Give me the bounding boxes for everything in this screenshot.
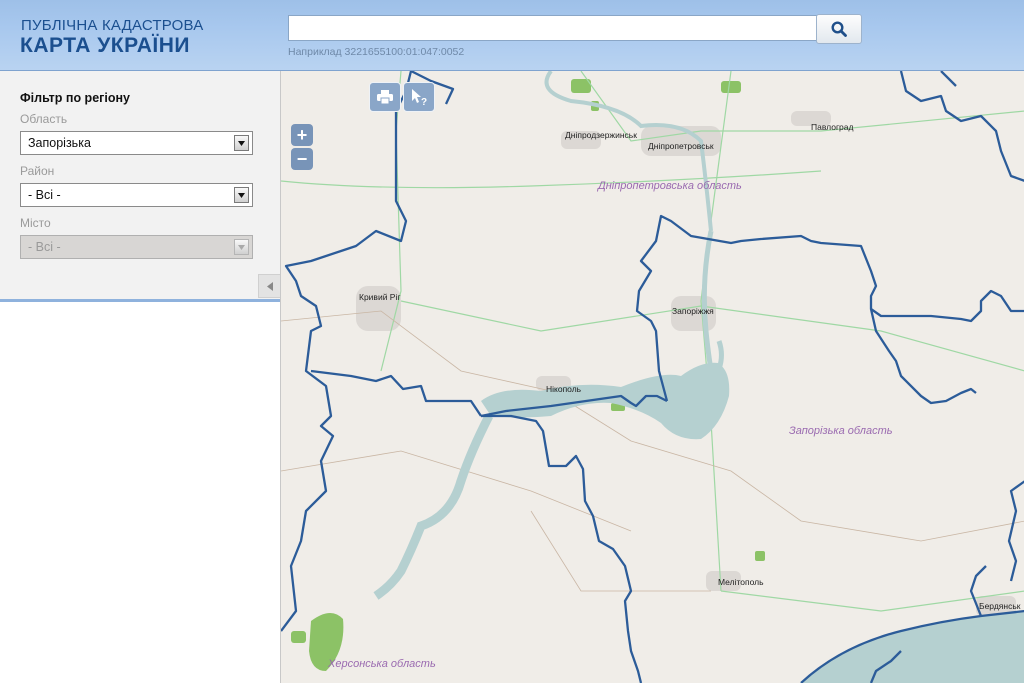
oblast-label-map: Херсонська область bbox=[328, 658, 436, 670]
city-label: Запоріжжя bbox=[672, 306, 714, 316]
misto-select-value: - Всі - bbox=[28, 240, 61, 254]
city-label: Павлоград bbox=[811, 122, 854, 132]
chevron-down-icon bbox=[234, 239, 249, 255]
city-label: Дніпропетровськ bbox=[648, 141, 714, 151]
map-viewport[interactable]: Дніпродзержинськ Дніпропетровськ Павлогр… bbox=[280, 71, 1024, 683]
collapse-panel-button[interactable] bbox=[258, 274, 280, 298]
misto-label: Місто bbox=[20, 216, 51, 230]
zoom-in-button[interactable]: + bbox=[291, 124, 313, 146]
chevron-down-icon[interactable] bbox=[234, 187, 249, 203]
raion-label: Район bbox=[20, 164, 55, 178]
filter-title: Фільтр по регіону bbox=[20, 91, 130, 105]
zoom-out-button[interactable]: − bbox=[291, 148, 313, 170]
city-label: Бердянськ bbox=[979, 601, 1021, 611]
oblast-select[interactable]: Запорізька bbox=[20, 131, 253, 155]
identify-button[interactable]: ? bbox=[403, 82, 435, 112]
oblast-label-map: Дніпропетровська область bbox=[598, 180, 742, 192]
oblast-label: Область bbox=[20, 112, 68, 126]
identify-cursor-icon: ? bbox=[412, 89, 427, 107]
logo-line2[interactable]: КАРТА УКРАЇНИ bbox=[20, 34, 190, 58]
search-hint: Наприклад 3221655100:01:047:0052 bbox=[288, 46, 465, 58]
chevron-down-icon[interactable] bbox=[234, 135, 249, 151]
oblast-label-map: Запорізька область bbox=[789, 425, 893, 437]
chevron-left-icon bbox=[266, 281, 273, 291]
sidebar-blank-area bbox=[0, 302, 280, 683]
misto-select[interactable]: - Всі - bbox=[20, 235, 253, 259]
city-label: Мелітополь bbox=[718, 577, 764, 587]
city-label: Кривий Ріг bbox=[359, 292, 401, 302]
raion-select-value: - Всі - bbox=[28, 188, 61, 202]
city-label: Нікополь bbox=[546, 384, 582, 394]
map-tiles bbox=[281, 71, 1024, 683]
print-icon bbox=[377, 90, 393, 105]
oblast-select-value: Запорізька bbox=[28, 136, 91, 150]
search-button[interactable] bbox=[816, 14, 862, 44]
region-filter-panel: Фільтр по регіону Область Запорізька Рай… bbox=[0, 71, 280, 302]
svg-text:?: ? bbox=[421, 97, 427, 107]
print-button[interactable] bbox=[369, 82, 401, 112]
header-bar: ПУБЛІЧНА КАДАСТРОВА КАРТА УКРАЇНИ Наприк… bbox=[0, 0, 1024, 71]
cadastral-search-input[interactable] bbox=[288, 15, 818, 41]
raion-select[interactable]: - Всі - bbox=[20, 183, 253, 207]
logo-line1[interactable]: ПУБЛІЧНА КАДАСТРОВА bbox=[21, 17, 203, 34]
city-label: Дніпродзержинськ bbox=[565, 130, 637, 140]
search-icon bbox=[831, 21, 847, 37]
